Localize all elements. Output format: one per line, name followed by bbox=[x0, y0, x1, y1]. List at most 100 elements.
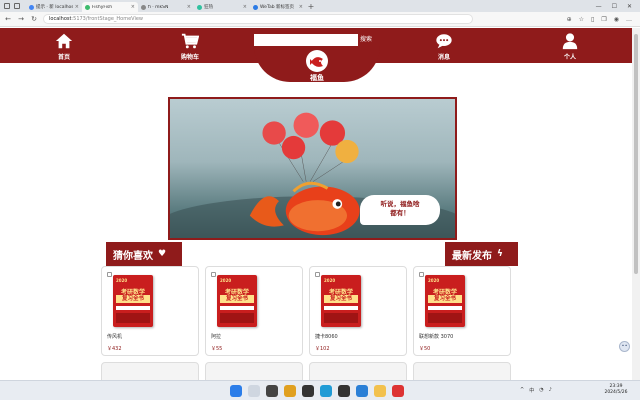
close-window-icon[interactable]: ✕ bbox=[627, 3, 632, 10]
product-card[interactable]: 2020 考研数学 复习全书 传风机 ￥432 bbox=[101, 266, 199, 356]
search-button[interactable]: 搜索 bbox=[360, 34, 372, 43]
ime-indicator[interactable]: 中 bbox=[529, 387, 534, 394]
zoom-icon[interactable]: ⊕ bbox=[567, 16, 572, 23]
home-icon bbox=[55, 33, 73, 49]
clock-date: 2024/5/26 bbox=[604, 390, 628, 395]
message-icon bbox=[436, 34, 452, 49]
close-icon[interactable]: × bbox=[75, 4, 79, 10]
book-band bbox=[428, 306, 462, 310]
browser-tab[interactable]: 狂热 × bbox=[194, 2, 250, 12]
book-year: 2020 bbox=[324, 278, 336, 283]
nav-cart-label: 购物车 bbox=[180, 54, 199, 61]
product-card-partial[interactable] bbox=[205, 362, 303, 380]
chevron-up-icon[interactable]: ^ bbox=[520, 387, 524, 394]
chat-bubble-icon[interactable]: ∙∙ bbox=[619, 341, 630, 352]
file-explorer-icon[interactable] bbox=[374, 385, 386, 397]
store-icon[interactable] bbox=[302, 385, 314, 397]
back-icon[interactable]: ← bbox=[4, 15, 12, 23]
system-tray: ^ 中 ◔ ♪ bbox=[520, 387, 552, 394]
product-card-partial[interactable] bbox=[413, 362, 511, 380]
app-icon[interactable] bbox=[392, 385, 404, 397]
product-name: 捷卡8060 bbox=[315, 334, 338, 340]
tab-favicon-icon bbox=[141, 4, 146, 10]
window-controls bbox=[0, 3, 26, 9]
browser-tab[interactable]: fi · mkSN × bbox=[138, 2, 194, 12]
edge-icon[interactable] bbox=[320, 385, 332, 397]
start-icon[interactable] bbox=[230, 385, 242, 397]
tab-actions-icon[interactable] bbox=[14, 3, 20, 9]
close-icon[interactable]: × bbox=[299, 4, 303, 10]
banner-speech-bubble: 听说，福鱼啥 都有！ bbox=[360, 195, 440, 225]
more-options-icon[interactable]: … bbox=[626, 16, 632, 23]
select-checkbox[interactable] bbox=[419, 272, 424, 277]
section-latest-title: 最新发布 bbox=[452, 250, 492, 262]
scrollbar-thumb[interactable] bbox=[634, 34, 638, 274]
browser-toolbar: ⊕ ☆ ▯ ❐ ◉ … bbox=[567, 16, 636, 23]
section-guess-you-like[interactable]: 猜你喜欢 ♥ bbox=[106, 242, 182, 266]
product-image: 2020 考研数学 复习全书 bbox=[321, 275, 361, 327]
task-view-icon[interactable] bbox=[266, 385, 278, 397]
book-footer bbox=[324, 313, 358, 323]
browser-tab[interactable]: 提示 · 新 localhost · 代码之路× bbox=[26, 2, 82, 12]
browser-tab-active[interactable]: FishyFish × bbox=[82, 2, 138, 12]
tab-title: FishyFish bbox=[92, 4, 113, 10]
favorite-star-icon[interactable]: ☆ bbox=[579, 16, 584, 23]
nav-home[interactable]: 首页 bbox=[44, 32, 84, 61]
nav-messages-label: 消息 bbox=[437, 54, 450, 61]
search-icon[interactable] bbox=[248, 385, 260, 397]
tab-favicon-icon bbox=[253, 4, 258, 10]
minimize-icon[interactable]: — bbox=[596, 3, 602, 10]
terminal-icon[interactable] bbox=[338, 385, 350, 397]
search-input[interactable] bbox=[254, 34, 358, 46]
product-name: 联想新款 3070 bbox=[419, 334, 454, 340]
lightning-icon: ϟ bbox=[497, 249, 503, 259]
refresh-icon[interactable]: ↻ bbox=[30, 15, 38, 23]
select-checkbox[interactable] bbox=[315, 272, 320, 277]
hero-banner[interactable]: 听说，福鱼啥 都有！ bbox=[168, 97, 457, 240]
taskbar-clock[interactable]: 23:39 2024/5/26 bbox=[600, 384, 632, 396]
maximize-icon[interactable]: ☐ bbox=[612, 3, 617, 10]
product-card[interactable]: 2020 考研数学 复习全书 阿拉 ￥55 bbox=[205, 266, 303, 356]
os-taskbar: ^ 中 ◔ ♪ 23:39 2024/5/26 bbox=[0, 380, 640, 400]
user-icon bbox=[562, 33, 578, 50]
product-card-partial[interactable] bbox=[101, 362, 199, 380]
book-footer bbox=[220, 313, 254, 323]
select-checkbox[interactable] bbox=[107, 272, 112, 277]
tab-title: 提示 · 新 localhost · 代码之路 bbox=[36, 5, 73, 10]
window-menu-icon[interactable] bbox=[4, 3, 10, 9]
url-path: :5173/frontStage_HomeView bbox=[71, 16, 144, 22]
product-price: ￥55 bbox=[211, 346, 223, 352]
product-card-partial[interactable] bbox=[309, 362, 407, 380]
fish-logo-icon bbox=[310, 57, 323, 67]
nav-profile[interactable]: 个人 bbox=[550, 32, 590, 61]
product-price: ￥50 bbox=[419, 346, 431, 352]
section-latest[interactable]: 最新发布 ϟ bbox=[445, 242, 518, 266]
page-scrollbar[interactable] bbox=[632, 28, 640, 380]
profile-icon[interactable]: ◉ bbox=[614, 16, 619, 23]
nav-cart[interactable]: 购物车 bbox=[170, 32, 210, 61]
product-price: ￥432 bbox=[107, 346, 122, 352]
nav-home-label: 首页 bbox=[57, 54, 70, 61]
select-checkbox[interactable] bbox=[211, 272, 216, 277]
product-card[interactable]: 2020 考研数学 复习全书 捷卡8060 ￥102 bbox=[309, 266, 407, 356]
forward-icon[interactable]: → bbox=[17, 15, 25, 23]
url-field[interactable]: localhost:5173/frontStage_HomeView bbox=[43, 14, 473, 24]
collections-icon[interactable]: ❐ bbox=[601, 16, 606, 23]
volume-icon[interactable]: ♪ bbox=[549, 387, 552, 394]
vscode-icon[interactable] bbox=[356, 385, 368, 397]
section-guess-title: 猜你喜欢 bbox=[113, 250, 153, 262]
new-tab-button[interactable]: + bbox=[306, 2, 316, 11]
clock-time: 23:39 bbox=[609, 384, 623, 389]
window-buttons: — ☐ ✕ bbox=[596, 3, 640, 10]
browser-tab[interactable]: WeTab 新标签页 × bbox=[250, 2, 306, 12]
nav-messages[interactable]: 消息 bbox=[424, 32, 464, 61]
split-screen-icon[interactable]: ▯ bbox=[591, 16, 594, 23]
page-content: 首页 购物车 搜索 福鱼 消息 个人 听说，福鱼啥 都有！ 猜你喜欢 ♥ 最新发… bbox=[0, 28, 632, 380]
widgets-icon[interactable] bbox=[284, 385, 296, 397]
wifi-icon[interactable]: ◔ bbox=[539, 387, 543, 394]
close-icon[interactable]: × bbox=[243, 4, 247, 10]
fishy-logo[interactable] bbox=[306, 50, 328, 72]
close-icon[interactable]: × bbox=[131, 4, 135, 10]
product-card[interactable]: 2020 考研数学 复习全书 联想新款 3070 ￥50 bbox=[413, 266, 511, 356]
close-icon[interactable]: × bbox=[187, 4, 191, 10]
